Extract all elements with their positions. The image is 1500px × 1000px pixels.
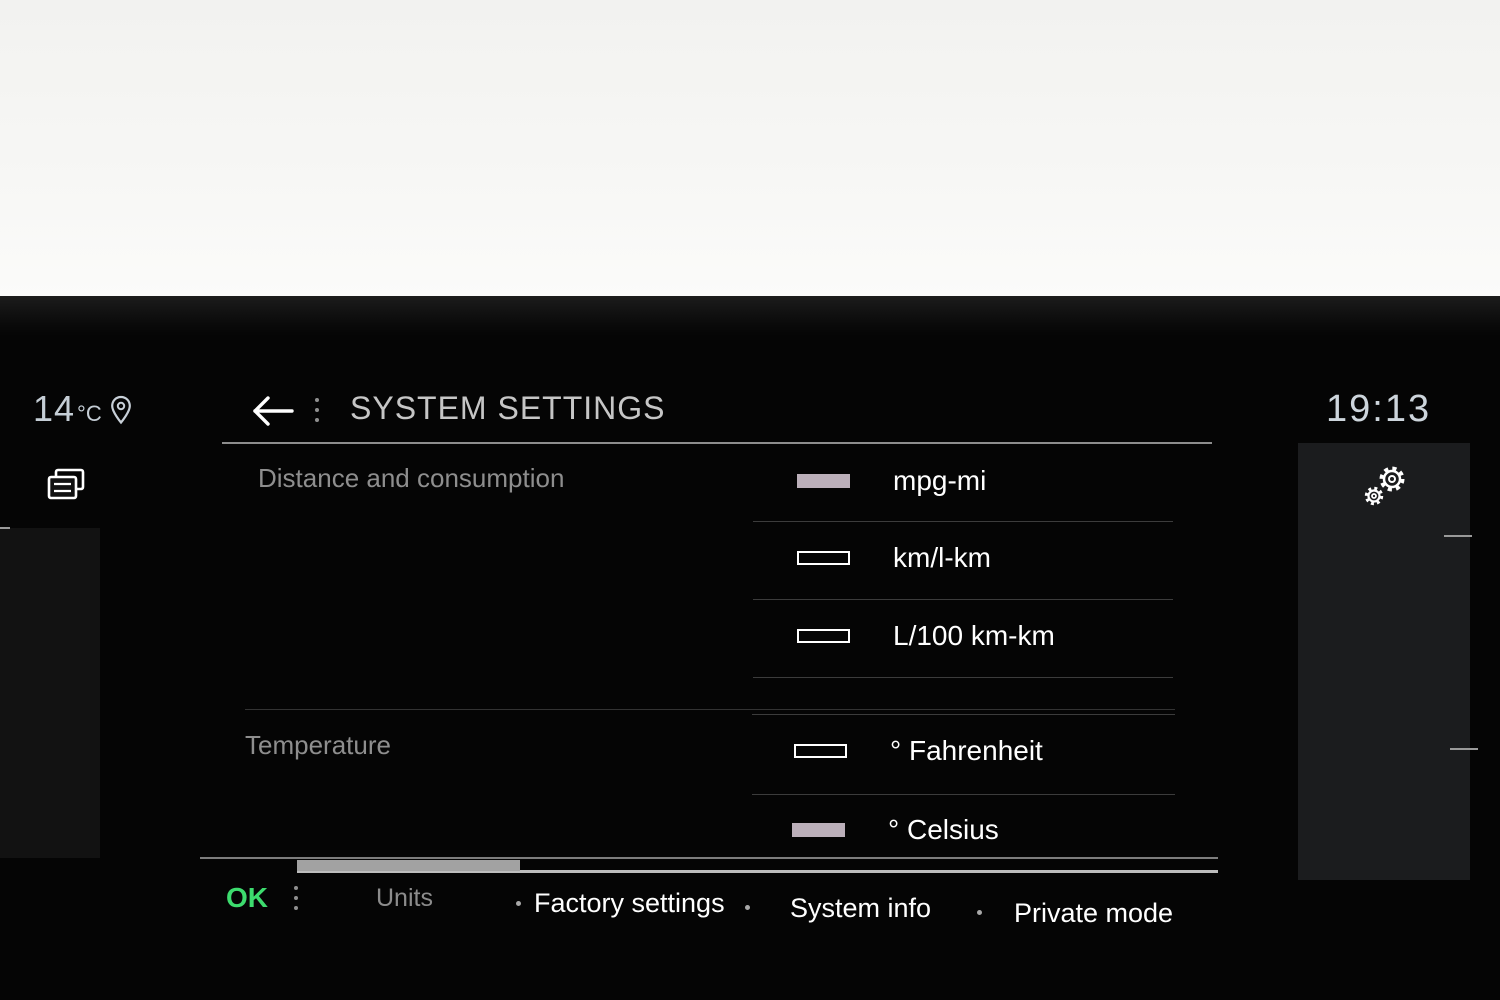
more-options-icon[interactable] (313, 396, 321, 424)
more-options-icon[interactable] (292, 884, 300, 912)
tab-system-info[interactable]: System info (790, 892, 931, 924)
selection-indicator (797, 629, 850, 643)
section-label-distance: Distance and consumption (258, 463, 565, 493)
option-km-l-km[interactable]: km/l-km (753, 520, 1175, 596)
separator-dot (516, 901, 521, 906)
selection-indicator (797, 474, 850, 488)
temperature-unit: °C (77, 401, 102, 426)
tab-units[interactable]: Units (376, 882, 433, 914)
screen-bezel (0, 296, 1500, 336)
tab-private-mode[interactable]: Private mode (1014, 897, 1173, 929)
left-side-panel (0, 528, 100, 858)
infotainment-screen: 14°C SYSTEM SETTINGS 19:13 Distance and … (0, 296, 1500, 1000)
section-label-temperature: Temperature (245, 730, 391, 760)
back-button[interactable] (250, 394, 296, 428)
option-label: km/l-km (893, 542, 991, 573)
panel-edge-mark (1450, 748, 1478, 750)
section-divider (245, 709, 1175, 710)
panel-edge-mark (1444, 535, 1472, 537)
page-title: SYSTEM SETTINGS (350, 390, 666, 426)
option-label: mpg-mi (893, 465, 987, 496)
separator-dot (977, 910, 982, 915)
location-pin-icon[interactable] (110, 395, 132, 425)
option-label: ° Fahrenheit (890, 735, 1043, 766)
back-arrow-icon (253, 396, 294, 426)
panel-edge-mark (0, 527, 10, 529)
clock: 19:13 (1326, 388, 1432, 430)
option-fahrenheit[interactable]: ° Fahrenheit (750, 713, 1172, 789)
separator-dot (745, 905, 750, 910)
tab-factory-settings[interactable]: Factory settings (534, 887, 725, 919)
option-l-100km-km[interactable]: L/100 km-km (753, 598, 1175, 674)
option-mpg-mi[interactable]: mpg-mi (753, 443, 1175, 519)
settings-gear-icon[interactable] (1362, 464, 1408, 510)
ok-button[interactable]: OK (226, 882, 268, 914)
option-divider (753, 677, 1173, 678)
tab-scroll-thumb[interactable] (297, 860, 520, 871)
temperature-value: 14 (33, 388, 76, 429)
recent-apps-icon[interactable] (46, 468, 86, 500)
outside-temperature: 14°C (33, 388, 102, 430)
option-label: L/100 km-km (893, 620, 1055, 651)
selection-indicator (792, 823, 845, 837)
selection-indicator (794, 744, 847, 758)
background-wall (0, 0, 1500, 300)
content-bottom-line (200, 857, 1218, 859)
selection-indicator (797, 551, 850, 565)
